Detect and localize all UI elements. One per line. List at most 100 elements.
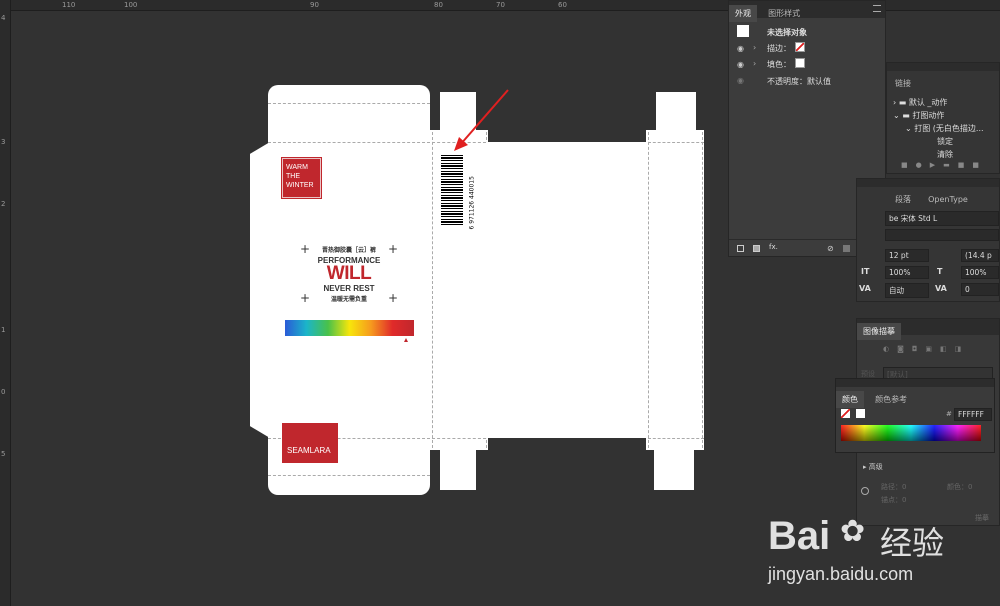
- fill-label: 填色：: [767, 60, 791, 69]
- panel-menu-icon[interactable]: [873, 5, 881, 12]
- ruler-mark: 3: [1, 138, 6, 146]
- hex-symbol: #: [946, 410, 952, 418]
- jingyan-text: 经验: [880, 524, 945, 562]
- eye-icon[interactable]: ◉: [737, 60, 744, 69]
- tab-color-guide[interactable]: 颜色参考: [869, 391, 913, 408]
- character-panel[interactable]: 段落 OpenType be 宋体 Std L 12 pt (14.4 p IT…: [856, 178, 1000, 302]
- color-panel[interactable]: 颜色 颜色参考 # FFFFFF: [835, 378, 995, 453]
- color-spectrum[interactable]: [841, 425, 981, 441]
- tab-color[interactable]: 颜色: [836, 391, 864, 408]
- stroke-swatch[interactable]: [795, 42, 805, 52]
- info-icon: [861, 487, 869, 495]
- back-panel[interactable]: [486, 142, 648, 438]
- font-style-field[interactable]: [885, 229, 999, 241]
- ruler-mark: 80: [434, 1, 443, 9]
- right-side-panel[interactable]: [646, 130, 704, 450]
- ruler-mark: 70: [496, 1, 505, 9]
- ruler-mark: 110: [62, 1, 76, 9]
- action-clear[interactable]: 清除: [937, 149, 953, 160]
- left-flap: [250, 142, 270, 438]
- advanced-label: 高级: [868, 463, 883, 471]
- fx-icon[interactable]: fx.: [769, 243, 778, 251]
- fill-swatch[interactable]: [795, 58, 805, 68]
- ruler-mark: 60: [558, 1, 567, 9]
- barcode-number: 6 971126 440015: [468, 176, 476, 230]
- action-lock[interactable]: 锁定: [937, 136, 953, 147]
- warm-the-winter-logo: WARM THE WINTER: [281, 157, 322, 199]
- logo-line: WINTER: [286, 182, 314, 189]
- watermark-url: jingyan.baidu.com: [768, 564, 914, 584]
- ruler-mark: 5: [1, 450, 6, 458]
- action-set-print[interactable]: ⌄ ▬ 打图动作: [893, 110, 944, 121]
- vertical-scale-field[interactable]: 100%: [885, 266, 929, 279]
- chevron-right-icon[interactable]: ›: [753, 43, 756, 52]
- front-panel[interactable]: [268, 85, 430, 495]
- crop-mark: +: [388, 242, 399, 256]
- ruler-mark: 1: [1, 326, 6, 334]
- hex-field[interactable]: FFFFFF: [954, 408, 992, 421]
- ruler-mark: 0: [1, 388, 6, 396]
- fill-swatch-small[interactable]: [856, 409, 865, 418]
- horizontal-scale-icon: T: [937, 267, 943, 276]
- baidu-logo-text: Bai: [768, 514, 831, 558]
- vertical-scale-icon: IT: [861, 267, 870, 276]
- tab-graphic-styles[interactable]: 图形样式: [762, 5, 806, 22]
- leading-field[interactable]: (14.4 p: [961, 249, 999, 262]
- tab-appearance[interactable]: 外观: [729, 5, 757, 22]
- new-fill-icon[interactable]: [753, 245, 760, 252]
- slogan-cn: 温暖无需负重: [330, 296, 367, 303]
- logo-line: THE: [286, 173, 300, 180]
- never-rest-text: NEVER REST: [323, 284, 375, 293]
- logo-line: WARM: [286, 164, 308, 171]
- stroke-label: 描边：: [767, 44, 791, 53]
- trace-icons[interactable]: ◐◙◘▣◧◨: [883, 345, 969, 353]
- square-icon[interactable]: [737, 245, 744, 252]
- ruler-mark: 100: [124, 1, 138, 9]
- tracking-field[interactable]: 0: [961, 283, 999, 296]
- action-set-default[interactable]: › ▬ 默认 _动作: [893, 97, 947, 108]
- tab-paragraph[interactable]: 段落: [889, 191, 917, 208]
- font-size-field[interactable]: 12 pt: [885, 249, 929, 262]
- crop-mark: +: [388, 291, 399, 305]
- right-top-tab: [656, 92, 696, 132]
- seamlara-brand-box: SEAMLARA: [282, 423, 338, 463]
- horizontal-scale-field[interactable]: 100%: [961, 266, 999, 279]
- clear-icon[interactable]: ⊘: [827, 244, 834, 253]
- spine-bottom-tab: [440, 448, 476, 490]
- eye-icon[interactable]: ◉: [737, 76, 744, 85]
- action-label: 默认 _动作: [908, 98, 948, 107]
- tab-opentype[interactable]: OpenType: [922, 192, 974, 207]
- opacity-label[interactable]: 不透明度：默认值: [767, 76, 831, 87]
- paths-count: 路径：0: [881, 483, 907, 491]
- triangle-marker: [404, 338, 408, 342]
- ruler-mark: 90: [310, 1, 319, 9]
- will-text: WILL: [326, 263, 372, 284]
- tab-links[interactable]: 链接: [889, 75, 917, 92]
- performance-text: PERFORMANCE: [317, 256, 381, 265]
- actions-panel[interactable]: 链接 › ▬ 默认 _动作 ⌄ ▬ 打图动作 ⌄ 打图 (无白色描边... 锁定…: [886, 62, 1000, 174]
- colors-count: 颜色：0: [947, 483, 973, 491]
- tracking-icon: VA: [935, 284, 947, 293]
- crop-mark: +: [300, 291, 311, 305]
- object-swatch: [737, 25, 749, 37]
- action-label: 打图动作: [912, 111, 945, 120]
- right-bottom-tab: [654, 448, 694, 490]
- font-family-field[interactable]: be 宋体 Std L: [885, 211, 999, 226]
- spectrum-bar: [285, 320, 414, 336]
- crop-mark: +: [300, 242, 311, 256]
- none-swatch[interactable]: [841, 409, 850, 418]
- spine-panel[interactable]: [430, 130, 488, 450]
- eye-icon[interactable]: ◉: [737, 44, 744, 53]
- kerning-field[interactable]: 自动: [885, 283, 929, 298]
- tab-image-trace[interactable]: 图像描摹: [857, 323, 901, 340]
- kerning-icon: VA: [859, 284, 871, 293]
- duplicate-icon[interactable]: [843, 245, 850, 252]
- vertical-ruler[interactable]: 4 3 2 1 0 5: [0, 0, 11, 606]
- baidu-watermark: Bai ✿ 经验 jingyan.baidu.com: [768, 506, 998, 596]
- red-arrow-annotation: [454, 89, 509, 151]
- advanced-toggle[interactable]: ▸ 高级: [863, 462, 883, 472]
- ruler-mark: 2: [1, 200, 6, 208]
- anchors-count: 锚点：0: [881, 496, 907, 504]
- chevron-right-icon[interactable]: ›: [753, 59, 756, 68]
- action-print[interactable]: ⌄ 打图 (无白色描边...: [905, 123, 984, 134]
